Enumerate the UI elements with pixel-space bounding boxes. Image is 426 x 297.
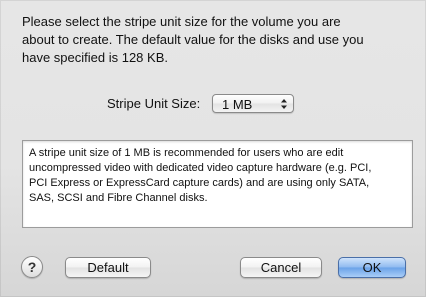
info-line: PCI Express or ExpressCard capture cards…: [29, 177, 370, 189]
info-line: uncompressed video with dedicated video …: [29, 162, 372, 174]
up-down-arrows-icon: [281, 99, 287, 109]
recommendation-textbox: A stripe unit size of 1 MB is recommende…: [22, 140, 413, 228]
cancel-button[interactable]: Cancel: [240, 257, 322, 278]
message-line: about to create. The default value for t…: [22, 32, 364, 47]
help-button[interactable]: ?: [21, 256, 43, 278]
stripe-unit-size-value: 1 MB: [222, 97, 253, 112]
dialog-message: Please select the stripe unit size for t…: [22, 13, 414, 67]
info-line: A stripe unit size of 1 MB is recommende…: [29, 147, 344, 159]
stripe-unit-size-popup[interactable]: 1 MB: [212, 94, 294, 113]
info-line: SAS, SCSI and Fibre Channel disks.: [29, 192, 208, 204]
default-button[interactable]: Default: [65, 257, 151, 278]
message-line: have specified is 128 KB.: [22, 50, 168, 65]
help-button-label: ?: [27, 259, 37, 275]
recommendation-text: A stripe unit size of 1 MB is recommende…: [29, 146, 409, 206]
message-line: Please select the stripe unit size for t…: [22, 14, 341, 29]
stripe-unit-size-label: Stripe Unit Size:: [107, 96, 201, 111]
ok-button[interactable]: OK: [338, 257, 406, 278]
stripe-size-sheet: Please select the stripe unit size for t…: [0, 0, 426, 297]
